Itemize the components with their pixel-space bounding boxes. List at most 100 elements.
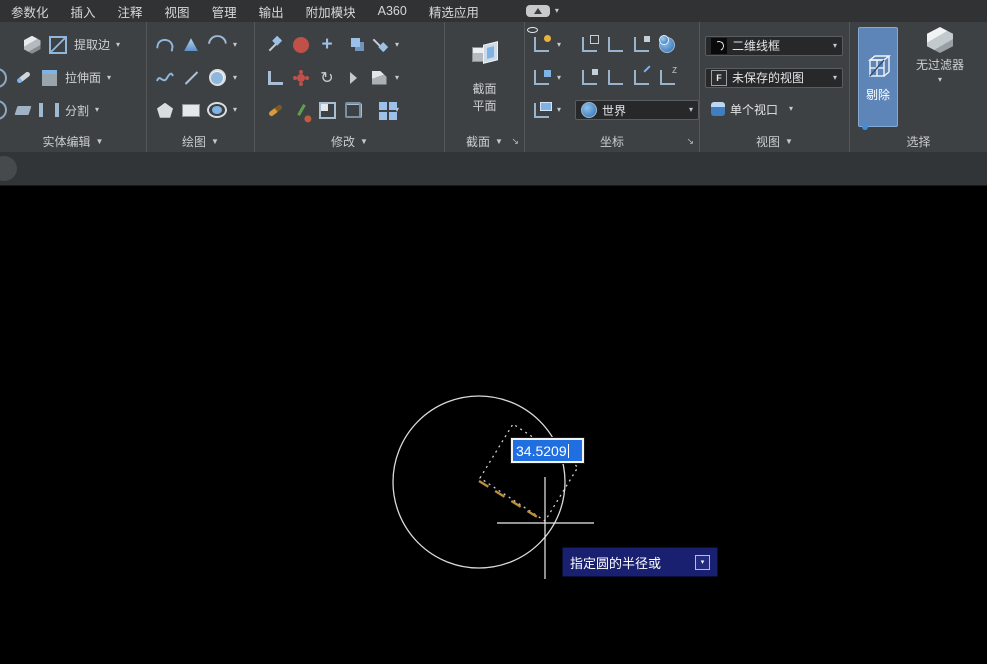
ucs-world-icon[interactable]: [657, 35, 677, 55]
chevron-down-icon: ▾: [555, 7, 559, 15]
ucs-zaxis-icon[interactable]: [631, 68, 651, 88]
extend-icon[interactable]: [369, 35, 389, 55]
separate-icon[interactable]: [39, 100, 59, 120]
ribbon-display-button[interactable]: ▾: [526, 5, 559, 17]
chevron-down-icon[interactable]: ▾: [233, 106, 237, 114]
ucs-object-icon[interactable]: [605, 35, 625, 55]
drawing-tab[interactable]: [0, 156, 17, 181]
fillet-icon[interactable]: [265, 68, 285, 88]
chevron-down-icon[interactable]: ▾: [557, 106, 561, 114]
tab-annotate[interactable]: 注释: [107, 2, 154, 21]
chevron-down-icon[interactable]: ▾: [395, 41, 399, 49]
panel-title-modify[interactable]: 修改 ▼: [255, 131, 444, 152]
tab-featured-apps[interactable]: 精选应用: [418, 2, 490, 21]
camera-icon: [526, 5, 550, 17]
mirror-icon[interactable]: [343, 68, 363, 88]
arc-icon[interactable]: [207, 35, 227, 55]
polygon-icon[interactable]: [155, 100, 175, 120]
hatch-icon[interactable]: [181, 35, 201, 55]
match-properties-icon[interactable]: [265, 100, 285, 120]
chevron-down-icon[interactable]: ▾: [107, 74, 111, 82]
tab-insert[interactable]: 插入: [60, 2, 107, 21]
ucs-previous-icon[interactable]: [579, 68, 599, 88]
ucs-world-dropdown[interactable]: 世界 ▾: [575, 100, 699, 120]
chevron-down-icon: ▼: [96, 138, 104, 146]
tab-manage[interactable]: 管理: [201, 2, 248, 21]
align-icon[interactable]: [291, 100, 311, 120]
culling-button[interactable]: 剔除: [858, 27, 898, 127]
named-view-dropdown[interactable]: F 未保存的视图 ▾: [705, 68, 843, 88]
section-plane-button[interactable]: 截面 平面: [445, 22, 524, 131]
center-mark-icon[interactable]: [291, 35, 311, 55]
culling-icon: [864, 52, 892, 80]
ucs-rotate-icon[interactable]: [531, 68, 551, 88]
tab-view[interactable]: 视图: [154, 2, 201, 21]
panel-launcher-icon[interactable]: ↘: [511, 136, 519, 147]
ellipse-icon[interactable]: [207, 100, 227, 120]
tab-parametric[interactable]: 参数化: [0, 2, 60, 21]
chevron-down-icon: ▾: [938, 76, 942, 84]
ucs-view-icon[interactable]: [579, 35, 599, 55]
chamfer-icon[interactable]: [369, 68, 389, 88]
polar-array-icon[interactable]: [291, 68, 311, 88]
unsaved-view-icon: F: [711, 70, 727, 86]
chevron-down-icon[interactable]: ▾: [233, 74, 237, 82]
spline-icon[interactable]: [155, 68, 175, 88]
copy-icon[interactable]: [343, 35, 363, 55]
extrude-faces-icon[interactable]: [39, 68, 59, 88]
ucs-origin-icon[interactable]: [531, 100, 551, 120]
rotate-icon[interactable]: ↻: [317, 68, 337, 88]
move-icon[interactable]: +: [317, 35, 337, 55]
extract-edges-button[interactable]: 提取边: [74, 36, 110, 53]
ucs-3point-icon[interactable]: [657, 68, 677, 88]
selection-point-icon: [862, 124, 868, 130]
array-icon[interactable]: [369, 100, 389, 120]
panel-title-solid-editing[interactable]: 实体编辑 ▼: [0, 131, 146, 152]
visual-style-dropdown[interactable]: 二维线框 ▾: [705, 36, 843, 56]
no-filter-button[interactable]: 无过滤器 ▾: [916, 27, 964, 84]
panel-title-coordinates[interactable]: 坐标 ↘: [525, 131, 699, 152]
ucs-icon[interactable]: [531, 35, 551, 55]
ucs-face-icon[interactable]: [631, 35, 651, 55]
circle-icon[interactable]: [207, 68, 227, 88]
chevron-down-icon[interactable]: ▾: [395, 106, 399, 114]
clipped-tool-icon[interactable]: [0, 68, 7, 88]
tab-addins[interactable]: 附加模块: [295, 2, 367, 21]
union-icon[interactable]: [22, 35, 42, 55]
polyline-icon[interactable]: [155, 35, 175, 55]
press-pull-icon[interactable]: [13, 68, 33, 88]
chevron-down-icon: ▾: [833, 42, 837, 50]
extract-edges-icon[interactable]: [48, 35, 68, 55]
chevron-down-icon: ▾: [689, 106, 693, 114]
panel-title-section[interactable]: 截面 ▼ ↘: [445, 131, 524, 152]
panel-launcher-icon[interactable]: ↘: [686, 136, 694, 147]
chevron-down-icon[interactable]: ▾: [233, 41, 237, 49]
panel-title-selection[interactable]: 选择: [850, 131, 987, 152]
trim-icon[interactable]: [265, 35, 285, 55]
ucs-z-icon[interactable]: [605, 68, 625, 88]
clipped-tool-icon[interactable]: [0, 100, 7, 120]
panel-selection: 剔除 无过滤器 ▾ 选择: [850, 22, 987, 152]
offset-icon[interactable]: [343, 100, 363, 120]
tab-output[interactable]: 输出: [248, 2, 295, 21]
chevron-down-icon[interactable]: ▾: [395, 74, 399, 82]
panel-title-draw[interactable]: 绘图 ▼: [147, 131, 254, 152]
chevron-down-icon[interactable]: ▾: [116, 41, 120, 49]
rectangle-icon[interactable]: [181, 100, 201, 120]
tab-a360[interactable]: A360: [367, 4, 418, 18]
extrude-faces-button[interactable]: 拉伸面: [65, 69, 101, 86]
prompt-text: 指定圆的半径或: [570, 553, 661, 572]
radius-input[interactable]: 34.5209: [511, 438, 584, 463]
panel-title-view[interactable]: 视图 ▼: [700, 131, 849, 152]
chevron-down-icon[interactable]: ▾: [557, 41, 561, 49]
line-icon[interactable]: [181, 68, 201, 88]
separate-button[interactable]: 分割: [65, 102, 89, 119]
radius-line: [479, 481, 542, 520]
viewport-dropdown[interactable]: 单个视口 ▾: [705, 99, 843, 119]
drawing-canvas[interactable]: 34.5209 指定圆的半径或 ▾: [0, 186, 987, 664]
ribbon-tab-bar: 参数化 插入 注释 视图 管理 输出 附加模块 A360 精选应用 ▾: [0, 0, 987, 22]
scale-icon[interactable]: [317, 100, 337, 120]
chevron-down-icon[interactable]: ▾: [95, 106, 99, 114]
erase-solid-icon[interactable]: [13, 100, 33, 120]
chevron-down-icon[interactable]: ▾: [557, 74, 561, 82]
